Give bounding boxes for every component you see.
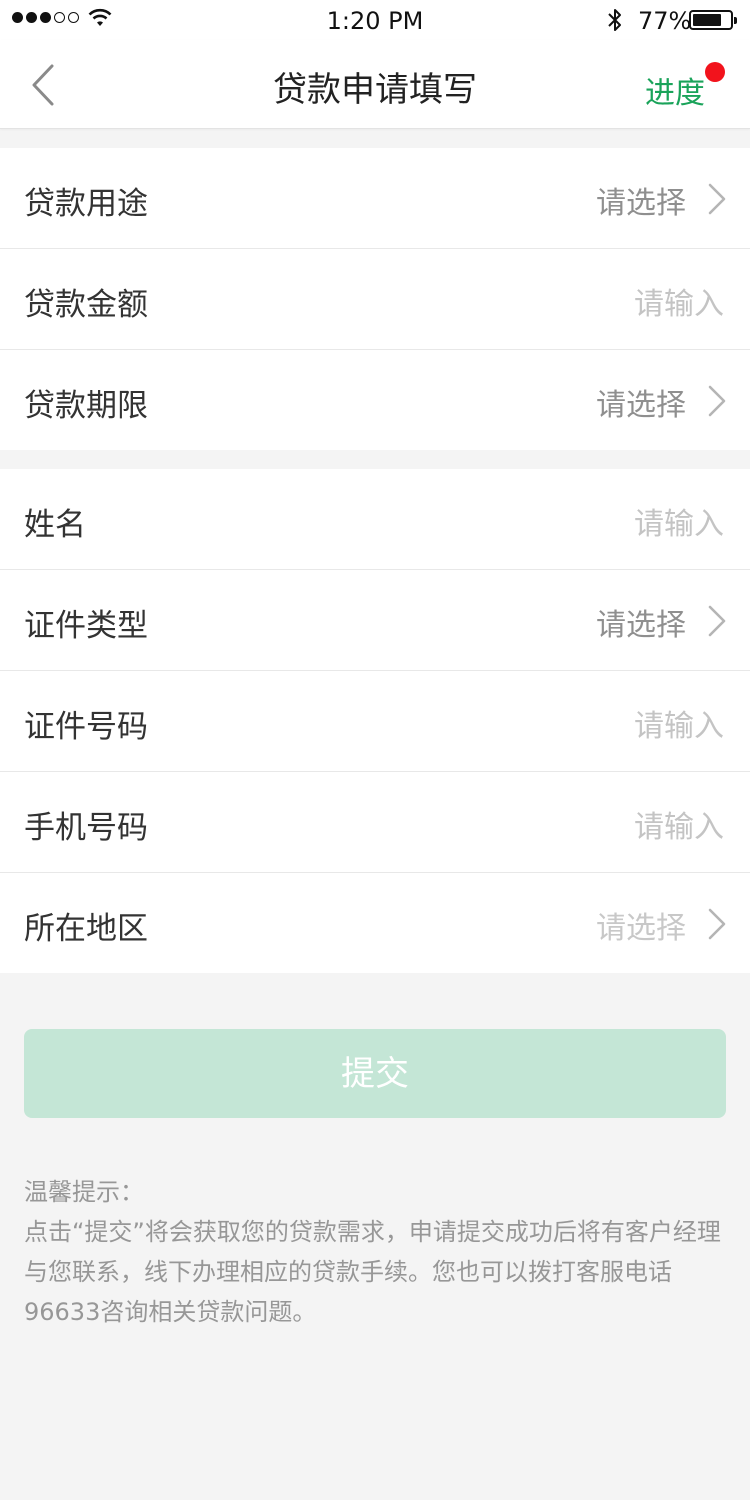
battery-nub xyxy=(734,17,737,24)
loan-term-row[interactable]: 贷款期限 请选择 xyxy=(0,350,750,450)
chevron-right-icon xyxy=(708,605,726,637)
status-bar: 1:20 PM 77% xyxy=(0,0,750,40)
progress-link[interactable]: 进度 xyxy=(645,68,705,112)
id-type-row[interactable]: 证件类型 请选择 xyxy=(0,570,750,671)
field-label: 贷款金额 xyxy=(24,287,148,323)
name-row[interactable]: 姓名 请输入 xyxy=(0,469,750,570)
field-label: 手机号码 xyxy=(24,810,148,846)
phone-number-row[interactable]: 手机号码 请输入 xyxy=(0,772,750,873)
chevron-right-icon xyxy=(708,183,726,215)
submit-button[interactable]: 提交 xyxy=(24,1029,726,1118)
tips-section: 温馨提示： 点击“提交”将会获取您的贷款需求，申请提交成功后将有客户经理与您联系… xyxy=(24,1172,728,1332)
loan-purpose-row[interactable]: 贷款用途 请选择 xyxy=(0,148,750,249)
input-placeholder[interactable]: 请输入 xyxy=(634,802,724,846)
field-label: 所在地区 xyxy=(24,911,148,947)
field-label: 贷款用途 xyxy=(24,186,148,222)
loan-amount-row[interactable]: 贷款金额 请输入 xyxy=(0,249,750,350)
tips-title: 温馨提示： xyxy=(24,1178,144,1206)
select-placeholder: 请选择 xyxy=(596,388,686,423)
navigation-bar: 贷款申请填写 进度 xyxy=(0,40,750,129)
tips-body: 点击“提交”将会获取您的贷款需求，申请提交成功后将有客户经理与您联系，线下办理相… xyxy=(24,1218,721,1326)
battery-fill xyxy=(693,14,721,26)
page-title: 贷款申请填写 xyxy=(273,70,477,110)
notification-badge xyxy=(705,62,725,82)
battery-percent: 77% xyxy=(638,7,692,35)
id-number-row[interactable]: 证件号码 请输入 xyxy=(0,671,750,772)
chevron-left-icon[interactable] xyxy=(28,62,64,108)
field-label: 证件号码 xyxy=(24,709,148,745)
select-placeholder: 请选择 xyxy=(596,608,686,643)
personal-info-group: 姓名 请输入 证件类型 请选择 证件号码 请输入 手机号码 请输入 所在地区 请… xyxy=(0,469,750,973)
field-label: 贷款期限 xyxy=(24,388,148,424)
input-placeholder[interactable]: 请输入 xyxy=(634,279,724,323)
region-row[interactable]: 所在地区 请选择 xyxy=(0,873,750,973)
field-label: 姓名 xyxy=(24,507,86,543)
bluetooth-icon xyxy=(608,9,621,31)
input-placeholder[interactable]: 请输入 xyxy=(634,701,724,745)
select-placeholder: 请选择 xyxy=(596,186,686,221)
chevron-right-icon xyxy=(708,908,726,940)
input-placeholder[interactable]: 请输入 xyxy=(634,499,724,543)
field-label: 证件类型 xyxy=(24,608,148,644)
chevron-right-icon xyxy=(708,385,726,417)
loan-info-group: 贷款用途 请选择 贷款金额 请输入 贷款期限 请选择 xyxy=(0,148,750,450)
battery-icon xyxy=(689,10,737,30)
select-placeholder: 请选择 xyxy=(596,911,686,946)
